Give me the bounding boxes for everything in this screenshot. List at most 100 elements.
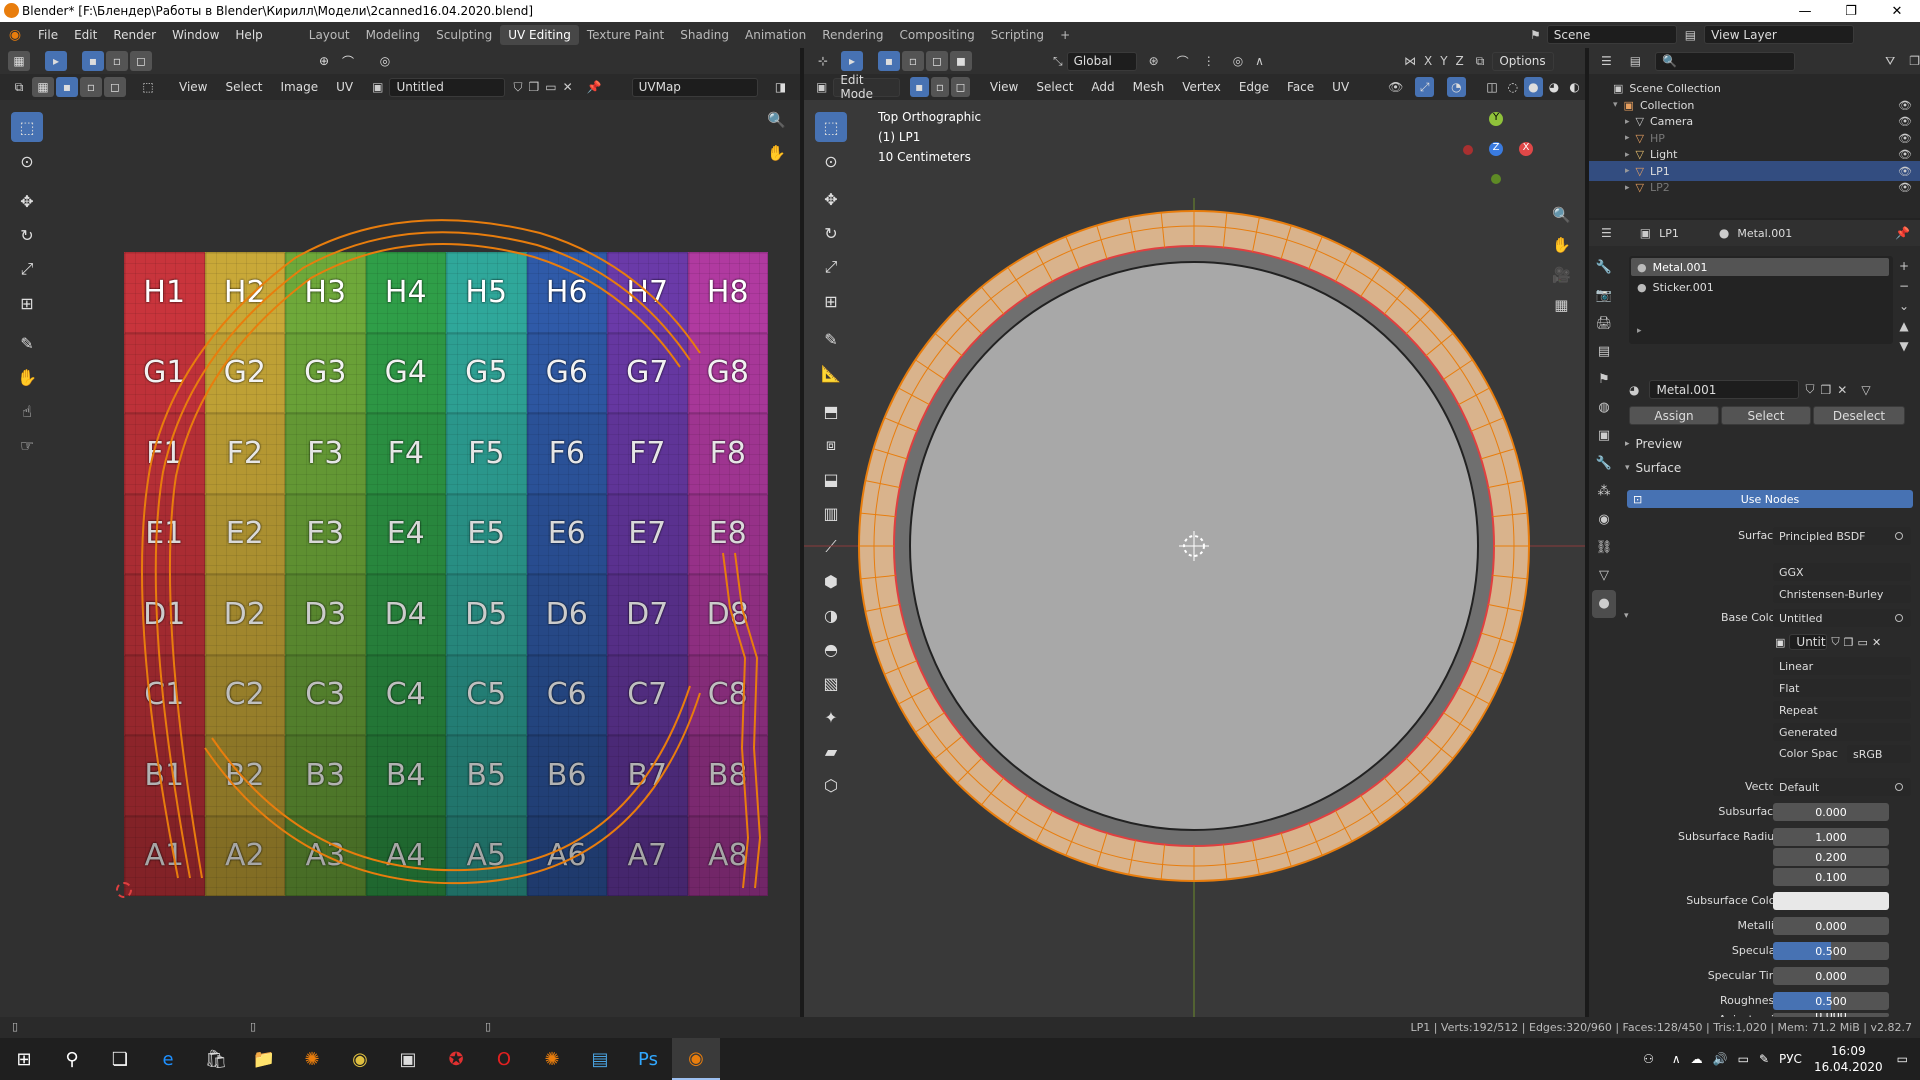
gizmo-x-axis[interactable]: X bbox=[1519, 142, 1533, 156]
edge-browser-icon[interactable]: e bbox=[144, 1038, 192, 1080]
metallic-value[interactable]: 0.000 bbox=[1773, 917, 1889, 935]
visibility-eye-icon[interactable]: 👁 bbox=[1898, 132, 1912, 145]
tab-physics-icon[interactable]: ◉ bbox=[1598, 506, 1609, 534]
tab-modeling[interactable]: Modeling bbox=[358, 25, 429, 45]
gizmo-z-axis[interactable]: Z bbox=[1489, 142, 1503, 156]
file-explorer-icon[interactable]: 📁 bbox=[240, 1038, 288, 1080]
mapping-dropdown[interactable]: Generated bbox=[1773, 723, 1911, 741]
subsurface-color-swatch[interactable] bbox=[1773, 892, 1889, 910]
base-color-field[interactable]: Untitled bbox=[1773, 609, 1911, 627]
menu-help[interactable]: Help bbox=[227, 28, 270, 42]
material-duplicate-icon[interactable]: ❐ bbox=[1821, 383, 1832, 397]
start-icon[interactable]: ⊞ bbox=[0, 1038, 48, 1080]
outliner-type-icon[interactable]: ☰ bbox=[1601, 54, 1612, 68]
task-view-icon[interactable]: ❏ bbox=[96, 1038, 144, 1080]
add-slot-icon[interactable]: + bbox=[1899, 256, 1909, 276]
material-slot-sticker[interactable]: ● Sticker.001 bbox=[1631, 278, 1889, 296]
tab-particles-icon[interactable]: ⁂ bbox=[1598, 478, 1611, 506]
remove-slot-icon[interactable]: − bbox=[1899, 276, 1909, 296]
visibility-eye-icon[interactable]: 👁 bbox=[1898, 148, 1912, 161]
input-language[interactable]: РУС bbox=[1779, 1052, 1802, 1066]
people-icon[interactable]: ⚇ bbox=[1643, 1052, 1654, 1066]
tab-texture-paint[interactable]: Texture Paint bbox=[579, 25, 672, 45]
expand-icon[interactable]: ▾ bbox=[1613, 100, 1618, 110]
surface-panel-header[interactable]: ▾ Surface bbox=[1625, 458, 1681, 478]
image-unlink-icon[interactable]: ✕ bbox=[1872, 636, 1881, 649]
distribution-dropdown[interactable]: GGX bbox=[1773, 563, 1911, 581]
view-layer-selector[interactable]: View Layer bbox=[1704, 25, 1855, 44]
scene-selector[interactable]: Scene bbox=[1546, 25, 1677, 44]
chrome-icon[interactable]: ◉ bbox=[336, 1038, 384, 1080]
network-icon[interactable]: ▭ bbox=[1738, 1052, 1749, 1066]
tab-modifier-icon[interactable]: 🔧 bbox=[1596, 450, 1612, 478]
pen-icon[interactable]: ✎ bbox=[1759, 1052, 1769, 1066]
specular-tint-value[interactable]: 0.000 bbox=[1773, 967, 1889, 985]
gizmo-neg-x[interactable] bbox=[1463, 145, 1473, 155]
material-fake-user-icon[interactable]: ⛉ bbox=[1805, 382, 1814, 397]
preview-panel-header[interactable]: ▸ Preview bbox=[1625, 434, 1682, 454]
subsurface-radius-z[interactable]: 0.100 bbox=[1773, 868, 1889, 886]
projection-dropdown[interactable]: Flat bbox=[1773, 679, 1911, 697]
menu-render[interactable]: Render bbox=[105, 28, 164, 42]
opera-icon[interactable]: O bbox=[480, 1038, 528, 1080]
photoshop-icon[interactable]: Ps bbox=[624, 1038, 672, 1080]
tab-output-icon[interactable]: 🖨 bbox=[1596, 310, 1613, 338]
vp-pan-icon[interactable]: ✋ bbox=[1552, 230, 1571, 260]
material-slot-metal[interactable]: ● Metal.001 bbox=[1631, 258, 1889, 276]
image-fake-user-icon[interactable]: ⛉ bbox=[1831, 635, 1839, 649]
subsurface-radius-x[interactable]: 1.000 bbox=[1773, 828, 1889, 846]
list-expand-icon[interactable]: ▸ bbox=[1637, 326, 1642, 336]
menu-window[interactable]: Window bbox=[164, 28, 227, 42]
menu-edit[interactable]: Edit bbox=[66, 28, 105, 42]
app-icon-2[interactable]: ▣ bbox=[384, 1038, 432, 1080]
display-mode-icon[interactable]: ▤ bbox=[1630, 54, 1641, 68]
slot-specials-icon[interactable]: ⌄ bbox=[1899, 296, 1909, 316]
tab-layout[interactable]: Layout bbox=[301, 25, 358, 45]
tab-world-icon[interactable]: ◍ bbox=[1598, 394, 1609, 422]
gizmo-y-axis[interactable]: Y bbox=[1489, 112, 1503, 126]
tab-view-layer-icon[interactable]: ▤ bbox=[1598, 338, 1610, 366]
taskbar-search-icon[interactable]: ⚲ bbox=[48, 1038, 96, 1080]
extension-dropdown[interactable]: Repeat bbox=[1773, 701, 1911, 719]
vp-zoom-icon[interactable]: 🔍 bbox=[1552, 200, 1571, 230]
specular-value[interactable]: 0.500 bbox=[1773, 942, 1889, 960]
tab-render-icon[interactable]: 📷 bbox=[1596, 282, 1612, 310]
clock[interactable]: 16:09 16.04.2020 bbox=[1814, 1043, 1883, 1075]
vector-field[interactable]: Default bbox=[1773, 778, 1911, 796]
use-nodes-button[interactable]: ⊡ Use Nodes bbox=[1627, 490, 1913, 508]
expand-icon[interactable]: ▸ bbox=[1625, 150, 1630, 160]
vp-ortho-grid-icon[interactable]: ▦ bbox=[1552, 290, 1571, 320]
tab-scene-icon[interactable]: ⚑ bbox=[1598, 366, 1610, 394]
store-icon[interactable]: 🛍 bbox=[192, 1038, 240, 1080]
expand-icon[interactable]: ▸ bbox=[1625, 133, 1630, 143]
tray-expand-icon[interactable]: ∧ bbox=[1672, 1052, 1681, 1066]
volume-icon[interactable]: 🔊 bbox=[1713, 1052, 1728, 1066]
maximize-button[interactable]: ❐ bbox=[1828, 0, 1874, 22]
close-button[interactable]: ✕ bbox=[1874, 0, 1920, 22]
move-up-icon[interactable]: ▲ bbox=[1899, 316, 1909, 336]
tab-object-icon[interactable]: ▣ bbox=[1598, 422, 1610, 450]
filter-icon[interactable]: ⛛ bbox=[1885, 54, 1895, 69]
add-workspace-button[interactable]: + bbox=[1052, 25, 1078, 45]
image-new-icon[interactable]: ❐ bbox=[1844, 636, 1854, 649]
gizmo-neg-y[interactable] bbox=[1491, 174, 1501, 184]
navigation-gizmo[interactable]: Y Z X bbox=[1463, 112, 1536, 184]
tab-shading[interactable]: Shading bbox=[672, 25, 737, 45]
image-open-icon[interactable]: ▭ bbox=[1858, 636, 1868, 649]
move-down-icon[interactable]: ▼ bbox=[1899, 336, 1909, 356]
select-button[interactable]: Select bbox=[1721, 406, 1811, 425]
app-icon-3[interactable]: ✪ bbox=[432, 1038, 480, 1080]
visibility-eye-icon[interactable]: 👁 bbox=[1898, 99, 1912, 112]
menu-file[interactable]: File bbox=[30, 28, 66, 42]
deselect-button[interactable]: Deselect bbox=[1813, 406, 1905, 425]
interpolation-dropdown[interactable]: Linear bbox=[1773, 657, 1911, 675]
color-space-dropdown[interactable]: sRGB bbox=[1847, 745, 1911, 763]
tab-compositing[interactable]: Compositing bbox=[891, 25, 982, 45]
assign-button[interactable]: Assign bbox=[1629, 406, 1719, 425]
surface-shader-field[interactable]: Principled BSDF bbox=[1773, 527, 1911, 545]
new-collection-icon[interactable]: ❐ bbox=[1909, 54, 1920, 68]
vp-camera-icon[interactable]: 🎥 bbox=[1552, 260, 1571, 290]
tab-tool-icon[interactable]: 🔧 bbox=[1596, 254, 1612, 282]
expand-icon[interactable]: ▸ bbox=[1625, 183, 1630, 193]
image-browse-small-icon[interactable]: ▣ bbox=[1775, 636, 1785, 649]
